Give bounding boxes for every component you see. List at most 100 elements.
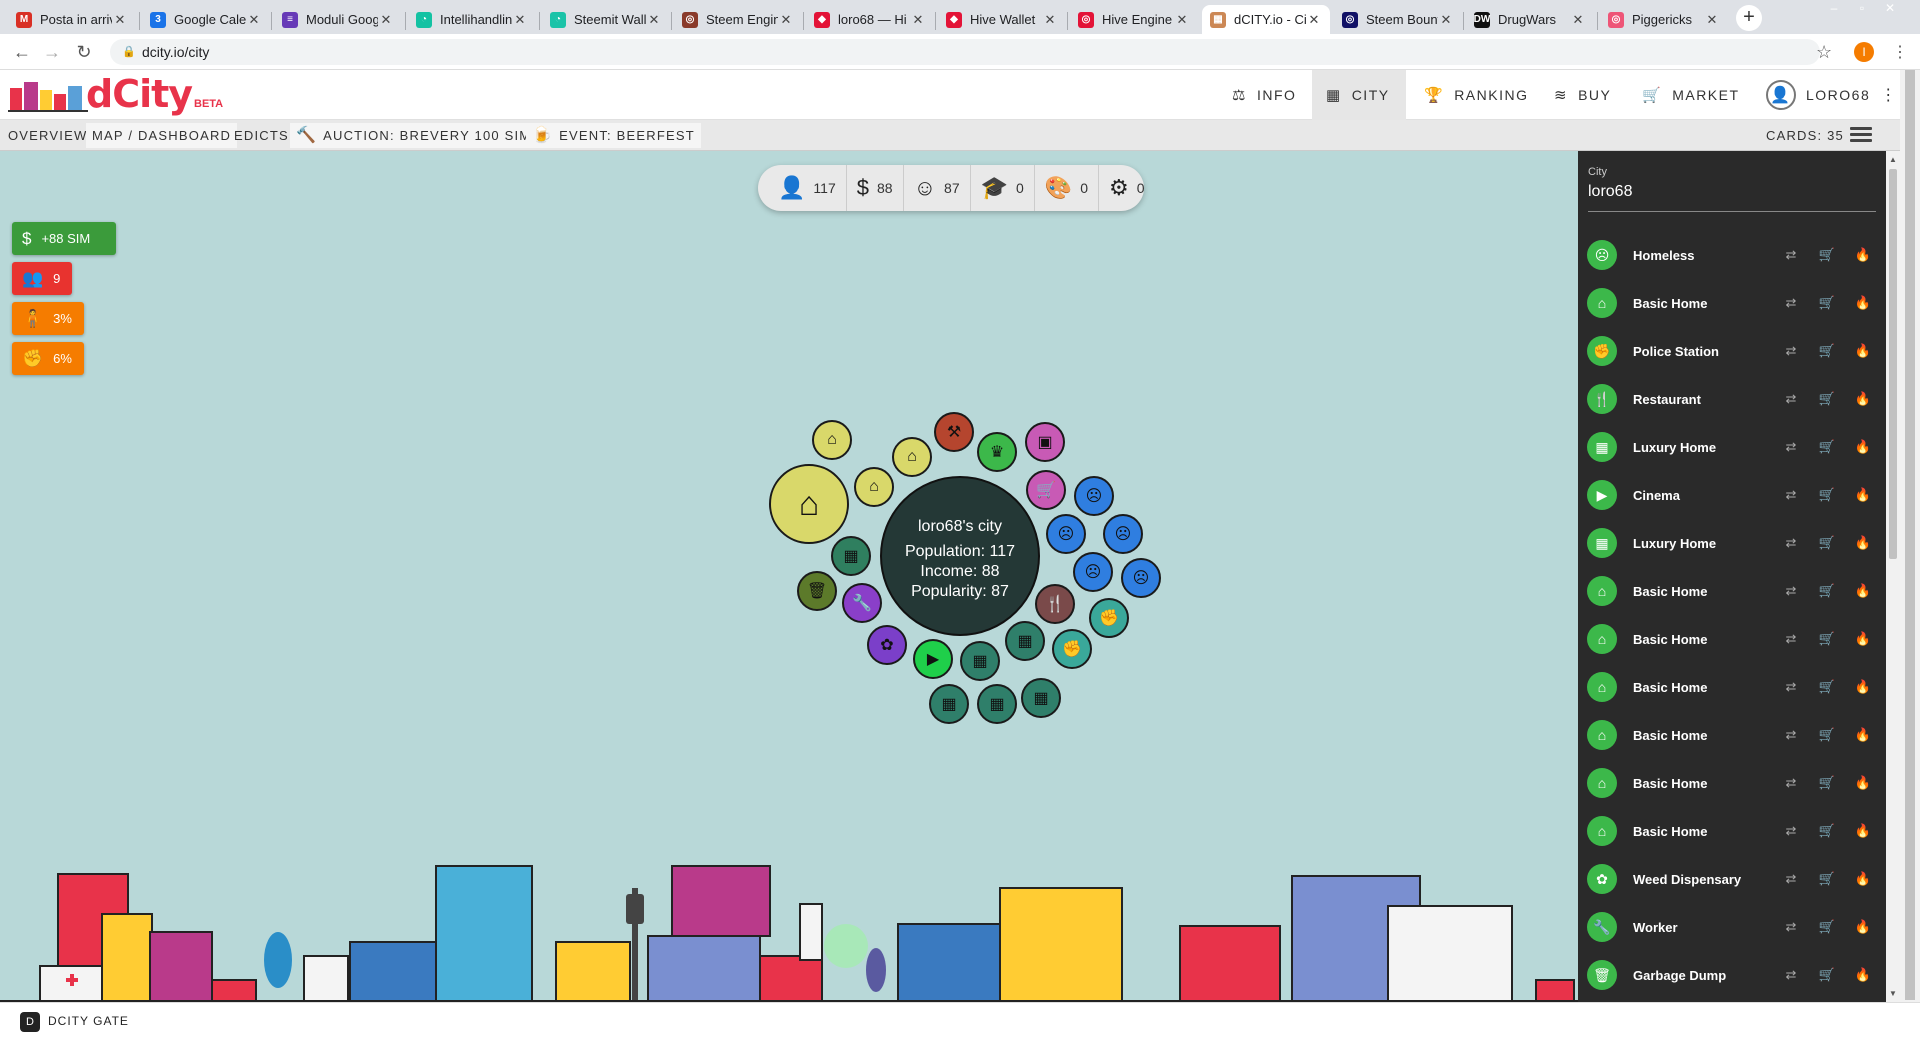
fist-icon[interactable]: ✊ xyxy=(1089,598,1129,638)
burn-icon[interactable]: 🔥 xyxy=(1845,439,1881,455)
home-icon[interactable]: ⌂ xyxy=(854,467,894,507)
building-icon[interactable]: ▦ xyxy=(1005,621,1045,661)
fist-icon[interactable]: ✊ xyxy=(1052,629,1092,669)
cart-icon[interactable]: 🛒 xyxy=(1809,535,1845,551)
cart-icon[interactable]: 🛒 xyxy=(1809,823,1845,839)
hamburger-menu-icon[interactable] xyxy=(1850,124,1872,146)
burn-icon[interactable]: 🔥 xyxy=(1845,487,1881,503)
transfer-icon[interactable]: ⇄ xyxy=(1773,487,1809,503)
close-tab-icon[interactable]: ✕ xyxy=(246,12,262,28)
status-badge[interactable]: $ +88 SIM xyxy=(12,222,116,255)
utensils-icon[interactable]: 🍴 xyxy=(1035,584,1075,624)
building-icon[interactable]: ▦ xyxy=(960,641,1000,681)
close-tab-icon[interactable]: ✕ xyxy=(1306,12,1322,28)
burn-icon[interactable]: 🔥 xyxy=(1845,727,1881,743)
cart-icon[interactable]: 🛒 xyxy=(1809,343,1845,359)
nav-buy[interactable]: ≋ BUY xyxy=(1540,70,1624,120)
close-tab-icon[interactable]: ✕ xyxy=(112,12,128,28)
burn-icon[interactable]: 🔥 xyxy=(1845,871,1881,887)
browser-tab[interactable]: ◎ Hive Engine ✕ xyxy=(1070,5,1198,34)
browser-tab[interactable]: M Posta in arriv ✕ xyxy=(8,5,136,34)
subnav-edicts[interactable]: EDICTS xyxy=(228,123,295,148)
panel-scrollbar-thumb[interactable] xyxy=(1889,169,1897,559)
user-menu-dots-icon[interactable]: ⋮ xyxy=(1880,85,1898,105)
card-list-item[interactable]: ⌂ Basic Home ⇄ 🛒 🔥 xyxy=(1578,567,1886,615)
card-list-item[interactable]: 🗑 Garbage Dump ⇄ 🛒 🔥 xyxy=(1578,951,1886,999)
scroll-up-icon[interactable]: ▲ xyxy=(1889,155,1897,164)
burn-icon[interactable]: 🔥 xyxy=(1845,247,1881,263)
card-list-item[interactable]: ▶ Cinema ⇄ 🛒 🔥 xyxy=(1578,471,1886,519)
card-list-item[interactable]: 🔧 Worker ⇄ 🛒 🔥 xyxy=(1578,903,1886,951)
close-window-button[interactable]: ✕ xyxy=(1878,0,1902,18)
transfer-icon[interactable]: ⇄ xyxy=(1773,343,1809,359)
cart-icon[interactable]: 🛒 xyxy=(1809,727,1845,743)
trash-icon[interactable]: 🗑 xyxy=(797,571,837,611)
cart-icon[interactable]: 🛒 xyxy=(1809,247,1845,263)
cart-icon[interactable]: 🛒 xyxy=(1026,470,1066,510)
subnav-overview[interactable]: OVERVIEW xyxy=(2,123,93,148)
browser-tab[interactable]: 3 Google Calen ✕ xyxy=(142,5,270,34)
sad-icon[interactable]: ☹ xyxy=(1121,558,1161,598)
transfer-icon[interactable]: ⇄ xyxy=(1773,775,1809,791)
status-badge[interactable]: ✊ 6% xyxy=(12,342,84,375)
cart-icon[interactable]: 🛒 xyxy=(1809,391,1845,407)
close-tab-icon[interactable]: ✕ xyxy=(646,12,662,28)
transfer-icon[interactable]: ⇄ xyxy=(1773,247,1809,263)
cart-icon[interactable]: 🛒 xyxy=(1809,679,1845,695)
page-scrollbar[interactable] xyxy=(1900,70,1920,1002)
new-tab-button[interactable]: + xyxy=(1736,5,1762,31)
nav-ranking[interactable]: 🏆 RANKING xyxy=(1410,70,1536,120)
card-list-item[interactable]: ☹ Homeless ⇄ 🛒 🔥 xyxy=(1578,231,1886,279)
card-list-item[interactable]: ⌂ Basic Home ⇄ 🛒 🔥 xyxy=(1578,759,1886,807)
burn-icon[interactable]: 🔥 xyxy=(1845,343,1881,359)
burn-icon[interactable]: 🔥 xyxy=(1845,775,1881,791)
building-icon[interactable]: ▦ xyxy=(1021,678,1061,718)
burn-icon[interactable]: 🔥 xyxy=(1845,583,1881,599)
nav-city[interactable]: ▦ CITY xyxy=(1312,70,1406,120)
burn-icon[interactable]: 🔥 xyxy=(1845,919,1881,935)
transfer-icon[interactable]: ⇄ xyxy=(1773,391,1809,407)
cannabis-icon[interactable]: ✿ xyxy=(867,625,907,665)
card-list-item[interactable]: 🍴 Restaurant ⇄ 🛒 🔥 xyxy=(1578,375,1886,423)
maximize-button[interactable]: ▫ xyxy=(1850,0,1874,18)
subnav-auction[interactable]: 🔨 AUCTION: BREVERY 100 SIM xyxy=(290,123,538,148)
dumbbell-icon[interactable]: ⚒ xyxy=(934,412,974,452)
close-tab-icon[interactable]: ✕ xyxy=(1438,12,1454,28)
burn-icon[interactable]: 🔥 xyxy=(1845,823,1881,839)
crown-icon[interactable]: ♛ xyxy=(977,432,1017,472)
sad-icon[interactable]: ☹ xyxy=(1046,514,1086,554)
card-list-item[interactable]: ⌂ Basic Home ⇄ 🛒 🔥 xyxy=(1578,711,1886,759)
cart-icon[interactable]: 🛒 xyxy=(1809,775,1845,791)
home-icon[interactable]: ⌂ xyxy=(892,437,932,477)
close-tab-icon[interactable]: ✕ xyxy=(1704,12,1720,28)
profile-avatar[interactable]: I xyxy=(1854,42,1874,62)
burn-icon[interactable]: 🔥 xyxy=(1845,631,1881,647)
nav-market[interactable]: 🛒 MARKET xyxy=(1628,70,1744,120)
scroll-down-icon[interactable]: ▼ xyxy=(1889,989,1897,998)
transfer-icon[interactable]: ⇄ xyxy=(1773,535,1809,551)
status-badge[interactable]: 🧍 3% xyxy=(12,302,84,335)
browser-tab[interactable]: ◔ Steemit Wall ✕ xyxy=(542,5,670,34)
close-tab-icon[interactable]: ✕ xyxy=(512,12,528,28)
browser-tab[interactable]: ◎ Piggericks ✕ xyxy=(1600,5,1728,34)
transfer-icon[interactable]: ⇄ xyxy=(1773,967,1809,983)
transfer-icon[interactable]: ⇄ xyxy=(1773,583,1809,599)
card-list-item[interactable]: ▦ Luxury Home ⇄ 🛒 🔥 xyxy=(1578,423,1886,471)
page-scrollbar-thumb[interactable] xyxy=(1905,70,1915,1000)
city-center-bubble[interactable]: loro68's city Population: 117 Income: 88… xyxy=(880,476,1040,636)
close-tab-icon[interactable]: ✕ xyxy=(1174,12,1190,28)
transfer-icon[interactable]: ⇄ xyxy=(1773,919,1809,935)
card-list-item[interactable]: ⌂ Basic Home ⇄ 🛒 🔥 xyxy=(1578,807,1886,855)
back-icon[interactable]: ← xyxy=(12,42,32,62)
sad-icon[interactable]: ☹ xyxy=(1073,552,1113,592)
subnav-event[interactable]: 🍺 EVENT: BEERFEST xyxy=(526,123,701,148)
sad-icon[interactable]: ☹ xyxy=(1074,476,1114,516)
browser-tab[interactable]: ≡ Moduli Goog ✕ xyxy=(274,5,402,34)
forward-icon[interactable]: → xyxy=(42,42,62,62)
card-list-item[interactable]: ✊ Police Station ⇄ 🛒 🔥 xyxy=(1578,327,1886,375)
panel-scrollbar[interactable]: ▲ ▼ xyxy=(1886,151,1900,1002)
transfer-icon[interactable]: ⇄ xyxy=(1773,823,1809,839)
transfer-icon[interactable]: ⇄ xyxy=(1773,679,1809,695)
card-list-item[interactable]: ⌂ Basic Home ⇄ 🛒 🔥 xyxy=(1578,279,1886,327)
sad-icon[interactable]: ☹ xyxy=(1103,514,1143,554)
